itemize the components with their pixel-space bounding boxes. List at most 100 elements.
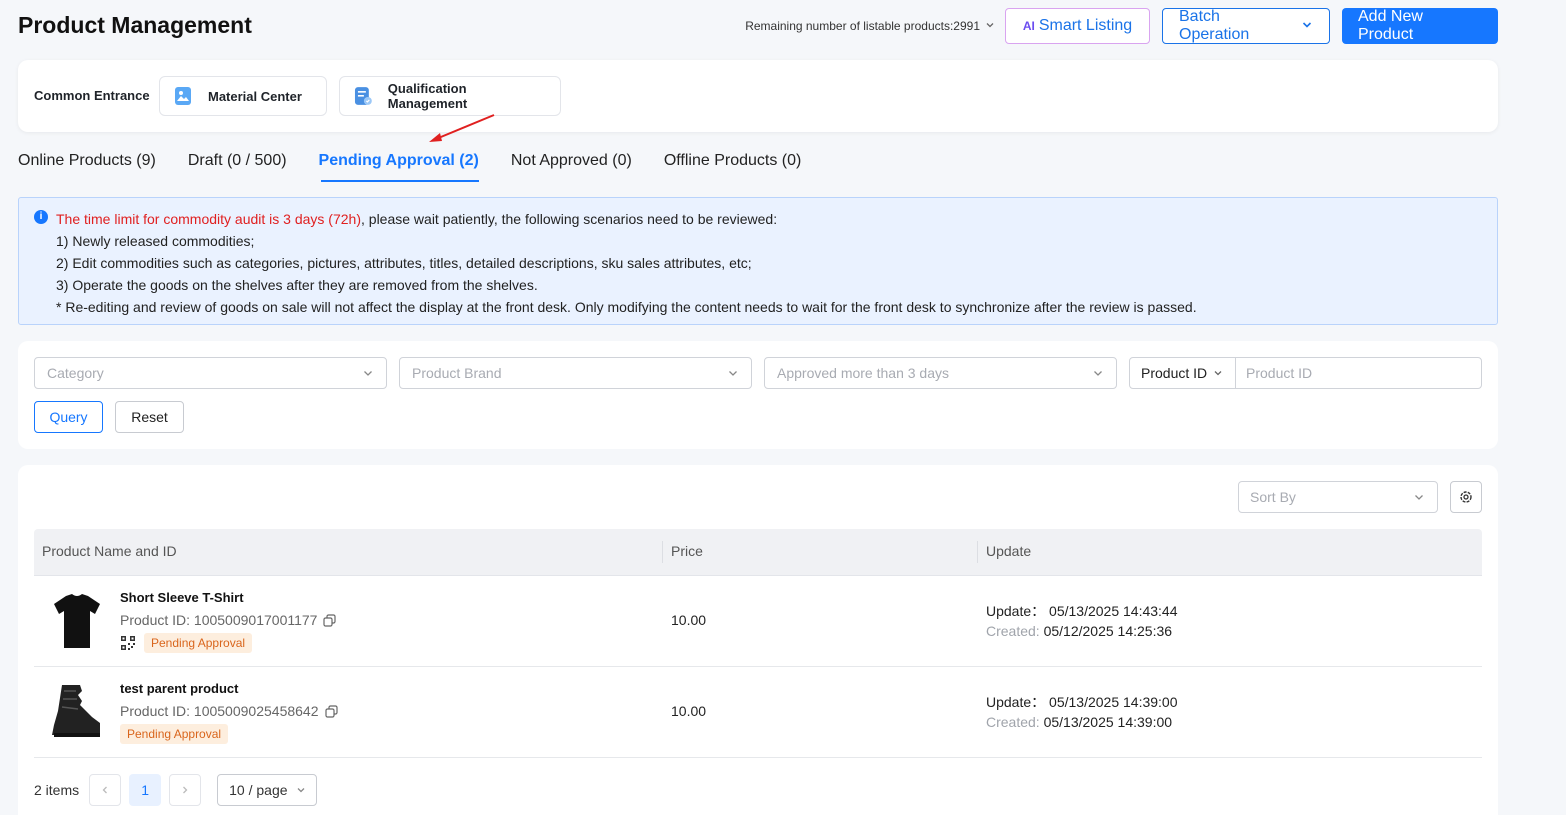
batch-operation-button[interactable]: Batch Operation — [1162, 8, 1330, 44]
table-row: test parent product Product ID: 10050090… — [34, 667, 1482, 758]
tab-not-approved[interactable]: Not Approved (0) — [511, 148, 632, 182]
smart-listing-button[interactable]: AI Smart Listing — [1005, 8, 1150, 44]
chevron-down-icon — [727, 366, 739, 382]
common-entrance-card: Common Entrance Material Center Qualific… — [18, 60, 1498, 132]
brand-placeholder: Product Brand — [412, 365, 502, 381]
update-time: Update： 05/13/2025 14:39:00 — [986, 692, 1178, 712]
batch-operation-label: Batch Operation — [1179, 8, 1250, 43]
column-header-price: Price — [671, 543, 703, 559]
sort-by-select[interactable]: Sort By — [1238, 481, 1438, 513]
column-settings-button[interactable] — [1450, 481, 1482, 513]
id-type-select[interactable]: Product ID — [1130, 358, 1236, 388]
product-id: Product ID: 1005009017001177 — [120, 612, 337, 628]
smart-listing-label: Smart Listing — [1038, 17, 1133, 34]
ai-sparkle-icon: AI — [1022, 19, 1035, 33]
total-items: 2 items — [34, 782, 80, 798]
created-label: Created: — [986, 714, 1040, 730]
chevron-down-icon — [362, 366, 374, 382]
approval-duration-select[interactable]: Approved more than 3 days — [764, 357, 1117, 389]
add-new-product-button[interactable]: Add New Product — [1342, 8, 1498, 44]
tab-online-products[interactable]: Online Products (9) — [18, 148, 156, 182]
status-badge: Pending Approval — [120, 724, 229, 744]
prev-page-button[interactable] — [89, 774, 122, 806]
filter-card: Category Product Brand Approved more tha… — [18, 341, 1498, 449]
update-value: 05/13/2025 14:43:44 — [1049, 603, 1178, 619]
created-time: Created: 05/13/2025 14:39:00 — [986, 714, 1172, 730]
category-select[interactable]: Category — [34, 357, 387, 389]
column-header-name: Product Name and ID — [42, 543, 177, 559]
notice-line-1: 1) Newly released commodities; — [56, 233, 255, 249]
sort-placeholder: Sort By — [1250, 489, 1296, 505]
material-center-entry[interactable]: Material Center — [159, 76, 327, 116]
update-label: Update： — [986, 694, 1046, 710]
tab-offline-products[interactable]: Offline Products (0) — [664, 148, 802, 182]
table-row: Short Sleeve T-Shirt Product ID: 1005009… — [34, 576, 1482, 667]
product-name[interactable]: Short Sleeve T-Shirt — [120, 590, 244, 605]
header-actions: Remaining number of listable products:29… — [745, 8, 1498, 44]
category-placeholder: Category — [47, 365, 104, 381]
created-label: Created: — [986, 623, 1040, 639]
info-icon: i — [34, 210, 48, 224]
product-id-text: Product ID: 1005009025458642 — [120, 703, 319, 719]
notice-line-2: 2) Edit commodities such as categories, … — [56, 255, 752, 271]
qualification-management-label: Qualification Management — [387, 81, 468, 111]
image-gallery-icon — [175, 87, 191, 105]
reset-button[interactable]: Reset — [115, 401, 184, 433]
notice-line-4: * Re-editing and review of goods on sale… — [56, 299, 1197, 315]
notice-line-main: The time limit for commodity audit is 3 … — [56, 208, 1481, 230]
created-value: 05/13/2025 14:39:00 — [1043, 714, 1173, 730]
qr-code-icon[interactable] — [120, 635, 136, 651]
column-divider — [662, 541, 663, 563]
product-id-input[interactable] — [1236, 358, 1481, 388]
annotation-arrow-icon — [429, 114, 495, 142]
approval-placeholder: Approved more than 3 days — [777, 365, 949, 381]
id-type-label: Product ID — [1141, 365, 1208, 381]
product-brand-select[interactable]: Product Brand — [399, 357, 752, 389]
product-status-tabs: Online Products (9) Draft (0 / 500) Pend… — [18, 148, 833, 182]
copy-icon[interactable] — [323, 613, 337, 627]
query-button[interactable]: Query — [34, 401, 103, 433]
audit-notice: i The time limit for commodity audit is … — [18, 197, 1498, 325]
copy-icon[interactable] — [324, 704, 338, 718]
column-header-update: Update — [986, 543, 1032, 559]
product-thumbnail-tshirt[interactable] — [46, 590, 108, 652]
product-thumbnail-boot[interactable] — [46, 681, 108, 743]
created-time: Created: 05/12/2025 14:25:36 — [986, 623, 1172, 639]
page-size-select[interactable]: 10 / page — [217, 774, 318, 806]
material-center-label: Material Center — [208, 88, 302, 104]
status-line: Pending Approval — [120, 633, 253, 653]
product-id-text: Product ID: 1005009017001177 — [120, 612, 318, 628]
product-price: 10.00 — [671, 703, 707, 719]
page-size-label: 10 / page — [229, 782, 288, 798]
chevron-down-icon — [1213, 365, 1223, 381]
product-price: 10.00 — [671, 612, 707, 628]
chevron-down-icon — [1413, 490, 1425, 506]
update-time: Update： 05/13/2025 14:43:44 — [986, 601, 1178, 621]
chevron-down-icon — [985, 20, 995, 33]
pagination: 2 items 1 10 / page — [34, 774, 318, 806]
next-page-button[interactable] — [169, 774, 202, 806]
certificate-icon — [354, 87, 372, 105]
notice-line-3: 3) Operate the goods on the shelves afte… — [56, 277, 538, 293]
chevron-right-icon — [183, 786, 188, 794]
remaining-listable-text: Remaining number of listable products:29… — [745, 19, 980, 33]
gear-icon — [1460, 491, 1472, 503]
table-header: Product Name and ID Price Update — [34, 529, 1482, 576]
update-label: Update： — [986, 603, 1046, 619]
chevron-down-icon — [296, 782, 306, 798]
tab-draft[interactable]: Draft (0 / 500) — [188, 148, 287, 182]
page-header: Product Management Remaining number of l… — [18, 8, 1498, 44]
remaining-listable-dropdown[interactable]: Remaining number of listable products:29… — [745, 19, 995, 33]
tab-pending-approval[interactable]: Pending Approval (2) — [319, 148, 480, 182]
product-table-card: Sort By Product Name and ID Price Update… — [18, 465, 1498, 815]
common-entrance-label: Common Entrance — [34, 88, 150, 103]
created-value: 05/12/2025 14:25:36 — [1043, 623, 1173, 639]
notice-rest: , please wait patiently, the following s… — [361, 211, 778, 227]
chevron-left-icon — [102, 786, 108, 794]
column-divider — [977, 541, 978, 563]
product-name[interactable]: test parent product — [120, 681, 238, 696]
status-line: Pending Approval — [120, 724, 229, 744]
chevron-down-icon — [1092, 366, 1104, 382]
page-1-button[interactable]: 1 — [129, 774, 162, 806]
status-badge: Pending Approval — [144, 633, 253, 653]
